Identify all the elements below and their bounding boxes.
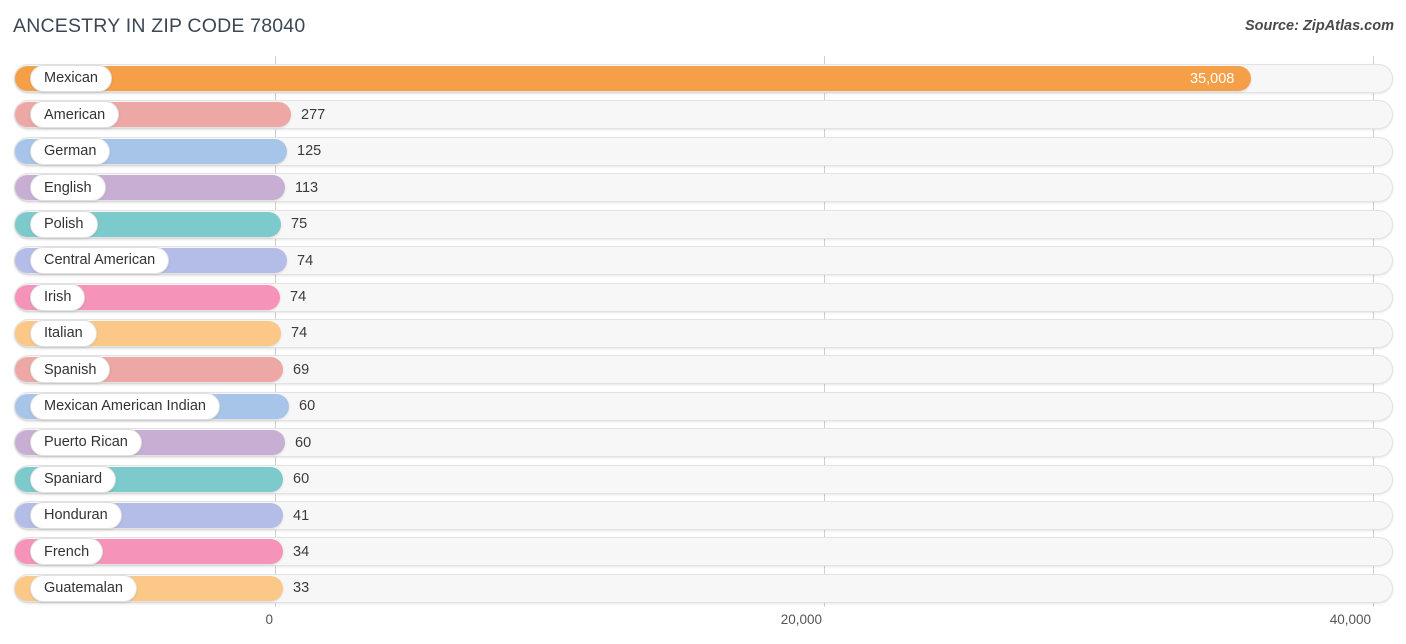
category-label: Irish [44, 288, 72, 305]
category-label: Mexican American Indian [44, 398, 206, 415]
category-label-pill: Mexican American Indian [30, 392, 220, 420]
bar-value-label: 41 [293, 507, 310, 524]
bar-value-label: 277 [301, 106, 326, 123]
bar-row[interactable]: Puerto Rican 60 [14, 428, 1393, 458]
category-label: Central American [44, 252, 156, 269]
bar-value-label: 125 [297, 143, 322, 160]
category-label-pill: English [30, 174, 106, 202]
bar-row[interactable]: Irish 74 [14, 282, 1393, 312]
bar-row[interactable]: Guatemalan 33 [14, 573, 1393, 603]
bar-row[interactable]: Polish 75 [14, 209, 1393, 239]
category-label: French [44, 543, 90, 560]
category-label-pill: Irish [30, 283, 86, 311]
bar-row[interactable]: Central American 74 [14, 246, 1393, 276]
bar-row[interactable]: Italian 74 [14, 318, 1393, 348]
x-axis-tick-label: 20,000 [780, 612, 822, 627]
category-label: Italian [44, 325, 83, 342]
bar-value-label: 60 [299, 398, 316, 415]
category-label: American [44, 106, 106, 123]
bar-value-label: 33 [293, 580, 310, 597]
bar-row[interactable]: Mexican 35,008 [14, 64, 1393, 93]
bar-value-label: 74 [291, 325, 308, 342]
source-attribution: Source: ZipAtlas.com [1244, 18, 1394, 34]
bar-value-label: 74 [297, 252, 314, 269]
category-label: Honduran [44, 507, 108, 524]
bar-value-label: 113 [295, 179, 319, 196]
category-label: Spaniard [44, 470, 103, 487]
bar-row[interactable]: English 113 [14, 173, 1393, 203]
x-axis: 0 20,000 40,000 [0, 606, 1406, 644]
bar-value-label: 35,008 [1190, 70, 1235, 87]
category-label: Puerto Rican [44, 434, 128, 451]
bar-fill[interactable] [15, 66, 1251, 91]
bar-row[interactable]: American 277 [14, 100, 1393, 130]
bar-value-label: 75 [291, 216, 308, 233]
bar-value-label: 74 [290, 289, 307, 306]
category-label-pill: American [30, 101, 120, 129]
bar-value-label: 34 [293, 543, 310, 560]
bar-row[interactable]: Honduran 41 [14, 501, 1393, 531]
category-label: English [44, 179, 92, 196]
bar-value-label: 69 [293, 361, 310, 378]
category-label-pill: French [30, 538, 104, 566]
category-label-pill: Spaniard [30, 465, 117, 493]
x-axis-tick-label: 0 [265, 612, 273, 627]
category-label: Mexican [44, 70, 98, 87]
bar-row[interactable]: French 34 [14, 537, 1393, 567]
category-label-pill: Spanish [30, 356, 111, 384]
bar-value-label: 60 [295, 434, 312, 451]
category-label-pill: Central American [30, 247, 170, 275]
bar-row[interactable]: Mexican American Indian 60 [14, 391, 1393, 421]
category-label-pill: German [30, 137, 111, 165]
bar-row[interactable]: Spaniard 60 [14, 464, 1393, 494]
category-label: Spanish [44, 361, 97, 378]
bar-row[interactable]: German 125 [14, 136, 1393, 166]
page-title: ANCESTRY IN ZIP CODE 78040 [13, 15, 306, 37]
category-label-pill: Honduran [30, 502, 122, 530]
category-label-pill: Mexican [30, 65, 112, 92]
chart-header: ANCESTRY IN ZIP CODE 78040 Source: ZipAt… [0, 0, 1406, 56]
category-label: Guatemalan [44, 580, 123, 597]
category-label: German [44, 143, 97, 160]
x-axis-tick-label: 40,000 [1329, 612, 1371, 627]
category-label-pill: Polish [30, 210, 98, 238]
category-label: Polish [44, 215, 84, 232]
chart-plot-area: Mexican 35,008 American 277 German 125 English… [0, 56, 1406, 607]
bar-value-label: 60 [293, 471, 310, 488]
category-label-pill: Guatemalan [30, 574, 137, 602]
bar-row[interactable]: Spanish 69 [14, 355, 1393, 385]
category-label-pill: Italian [30, 319, 97, 347]
category-label-pill: Puerto Rican [30, 429, 142, 457]
